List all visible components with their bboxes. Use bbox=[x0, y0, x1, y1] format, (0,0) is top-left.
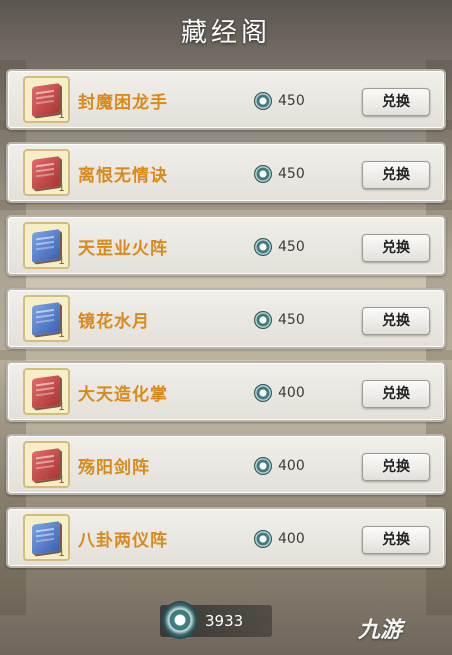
exchange-button[interactable]: 兑换 bbox=[362, 161, 430, 189]
item-cost-value: 400 bbox=[278, 385, 305, 401]
item-cost-value: 450 bbox=[278, 166, 305, 182]
item-slot[interactable]: 1 bbox=[23, 222, 70, 269]
exchange-row: 1 镜花水月 450 兑换 bbox=[6, 288, 446, 349]
item-cost-value: 400 bbox=[278, 531, 305, 547]
currency-balance: 3933 bbox=[205, 612, 244, 630]
item-cost-value: 400 bbox=[278, 458, 305, 474]
item-cost: 450 bbox=[254, 237, 305, 257]
spirit-coin-icon bbox=[254, 530, 272, 548]
exchange-button[interactable]: 兑换 bbox=[362, 453, 430, 481]
exchange-button[interactable]: 兑换 bbox=[362, 234, 430, 262]
exchange-row: 1 大天造化掌 400 兑换 bbox=[6, 361, 446, 422]
item-cost: 450 bbox=[254, 91, 305, 111]
item-name: 镜花水月 bbox=[78, 312, 150, 332]
exchange-button[interactable]: 兑换 bbox=[362, 88, 430, 116]
spirit-coin-icon bbox=[254, 311, 272, 329]
item-name: 殇阳剑阵 bbox=[78, 458, 150, 478]
spirit-coin-icon bbox=[254, 457, 272, 475]
item-quantity: 1 bbox=[58, 546, 65, 559]
item-cost: 400 bbox=[254, 383, 305, 403]
item-slot[interactable]: 1 bbox=[23, 441, 70, 488]
spirit-coin-icon bbox=[254, 165, 272, 183]
book-icon bbox=[32, 83, 60, 117]
exchange-button[interactable]: 兑换 bbox=[362, 380, 430, 408]
item-slot[interactable]: 1 bbox=[23, 514, 70, 561]
item-cost-value: 450 bbox=[278, 239, 305, 255]
item-name: 封魔困龙手 bbox=[78, 93, 168, 113]
spirit-coin-icon bbox=[254, 384, 272, 402]
book-icon bbox=[32, 375, 60, 409]
item-slot[interactable]: 1 bbox=[23, 368, 70, 415]
book-icon bbox=[32, 229, 60, 263]
book-icon bbox=[32, 156, 60, 190]
item-name: 离恨无情诀 bbox=[78, 166, 168, 186]
item-quantity: 1 bbox=[58, 473, 65, 486]
item-quantity: 1 bbox=[58, 181, 65, 194]
book-icon bbox=[32, 521, 60, 555]
item-quantity: 1 bbox=[58, 327, 65, 340]
exchange-row: 1 殇阳剑阵 400 兑换 bbox=[6, 434, 446, 495]
item-cost-value: 450 bbox=[278, 312, 305, 328]
item-quantity: 1 bbox=[58, 108, 65, 121]
exchange-row: 1 八卦两仪阵 400 兑换 bbox=[6, 507, 446, 568]
item-cost: 400 bbox=[254, 529, 305, 549]
item-cost: 450 bbox=[254, 164, 305, 184]
item-quantity: 1 bbox=[58, 400, 65, 413]
item-slot[interactable]: 1 bbox=[23, 295, 70, 342]
watermark-logo: 九游 bbox=[358, 618, 403, 643]
item-cost-value: 450 bbox=[278, 93, 305, 109]
exchange-row: 1 离恨无情诀 450 兑换 bbox=[6, 142, 446, 203]
book-icon bbox=[32, 302, 60, 336]
exchange-list: 1 封魔困龙手 450 兑换 1 离恨无情诀 450 兑换 1 天罡业火阵 45… bbox=[6, 69, 446, 580]
item-cost: 400 bbox=[254, 456, 305, 476]
spirit-coin-icon bbox=[162, 601, 198, 639]
exchange-button[interactable]: 兑换 bbox=[362, 526, 430, 554]
spirit-coin-icon bbox=[254, 238, 272, 256]
book-icon bbox=[32, 448, 60, 482]
exchange-row: 1 天罡业火阵 450 兑换 bbox=[6, 215, 446, 276]
item-name: 八卦两仪阵 bbox=[78, 531, 168, 551]
item-cost: 450 bbox=[254, 310, 305, 330]
item-name: 大天造化掌 bbox=[78, 385, 168, 405]
exchange-row: 1 封魔困龙手 450 兑换 bbox=[6, 69, 446, 130]
item-slot[interactable]: 1 bbox=[23, 149, 70, 196]
exchange-button[interactable]: 兑换 bbox=[362, 307, 430, 335]
item-name: 天罡业火阵 bbox=[78, 239, 168, 259]
spirit-coin-icon bbox=[254, 92, 272, 110]
item-slot[interactable]: 1 bbox=[23, 76, 70, 123]
page-title: 藏经阁 bbox=[180, 18, 271, 48]
item-quantity: 1 bbox=[58, 254, 65, 267]
